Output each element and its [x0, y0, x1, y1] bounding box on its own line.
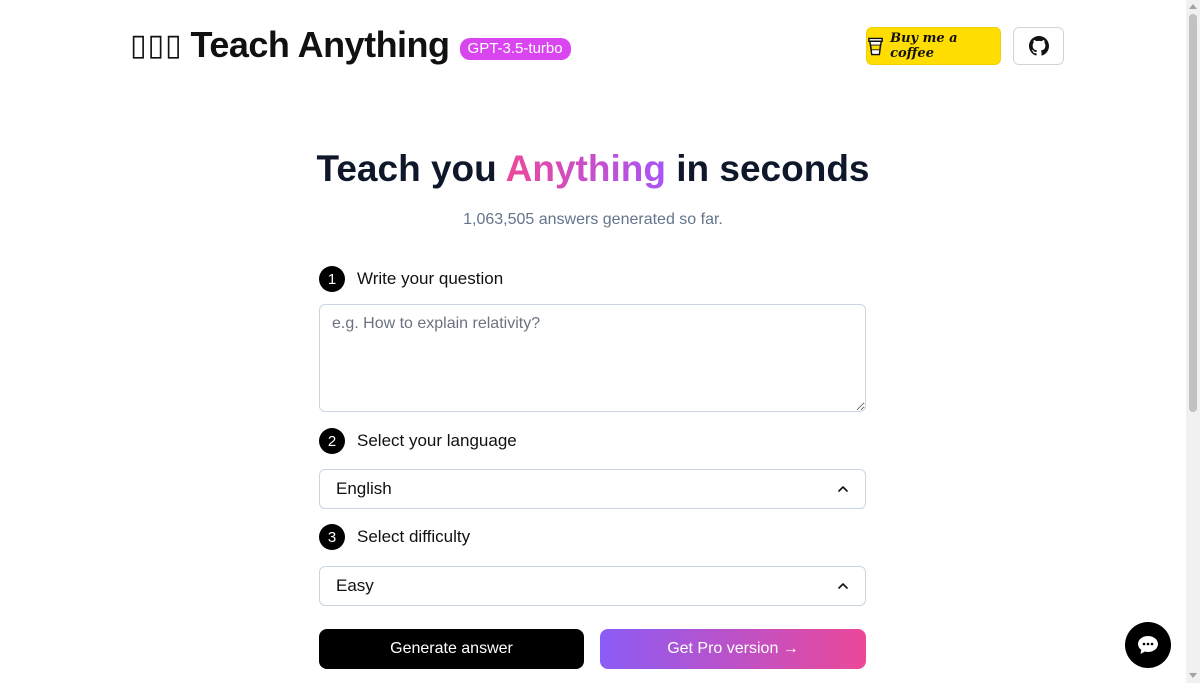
- vertical-scrollbar[interactable]: [1186, 0, 1200, 683]
- chevron-up-icon: [838, 583, 848, 589]
- github-button[interactable]: [1013, 27, 1064, 65]
- github-icon: [1028, 36, 1049, 56]
- hero-title-before: Teach you: [316, 148, 506, 189]
- scroll-down-arrow[interactable]: [1189, 673, 1197, 678]
- brand[interactable]: ▯▯▯ Teach Anything GPT-3.5-turbo: [130, 24, 571, 66]
- brand-title: Teach Anything: [190, 24, 451, 65]
- model-badge: GPT-3.5-turbo: [459, 38, 571, 60]
- coffee-cup-icon: [868, 37, 883, 56]
- scroll-thumb[interactable]: [1189, 14, 1197, 412]
- question-input[interactable]: [319, 304, 866, 412]
- buy-me-a-coffee-button[interactable]: Buy me a coffee: [866, 27, 1001, 65]
- page: ▯▯▯ Teach Anything GPT-3.5-turbo Buy me …: [0, 0, 1200, 683]
- language-select-value: English: [336, 479, 392, 498]
- step-number-1: 1: [319, 266, 345, 292]
- step-1: 1 Write your question: [319, 266, 503, 292]
- step-label-difficulty: Select difficulty: [357, 527, 471, 546]
- chevron-up-icon: [838, 486, 848, 492]
- coffee-label: Buy me a coffee: [890, 31, 958, 61]
- hero-title-after: in seconds: [665, 148, 870, 189]
- step-number-3: 3: [319, 524, 345, 550]
- hero-title-highlight: Anything: [505, 148, 666, 189]
- header: ▯▯▯ Teach Anything GPT-3.5-turbo Buy me …: [0, 0, 1186, 90]
- step-number-2: 2: [319, 428, 345, 454]
- difficulty-select[interactable]: Easy: [319, 566, 866, 606]
- chat-bubble-icon: [1138, 636, 1158, 654]
- step-label-question: Write your question: [357, 269, 504, 288]
- hero-title: Teach you Anything in seconds: [0, 148, 1186, 190]
- difficulty-select-value: Easy: [336, 576, 374, 595]
- step-label-language: Select your language: [357, 431, 517, 450]
- get-pro-version-button[interactable]: Get Pro version →: [600, 629, 866, 669]
- brand-emoji: ▯▯▯: [130, 27, 183, 63]
- language-select[interactable]: English: [319, 469, 866, 509]
- chat-button[interactable]: [1125, 622, 1171, 668]
- generate-answer-button[interactable]: Generate answer: [319, 629, 584, 669]
- scroll-up-arrow[interactable]: [1189, 4, 1197, 9]
- answers-count: 1,063,505 answers generated so far.: [463, 211, 723, 228]
- step-2: 2 Select your language: [319, 428, 517, 454]
- step-3: 3 Select difficulty: [319, 524, 470, 550]
